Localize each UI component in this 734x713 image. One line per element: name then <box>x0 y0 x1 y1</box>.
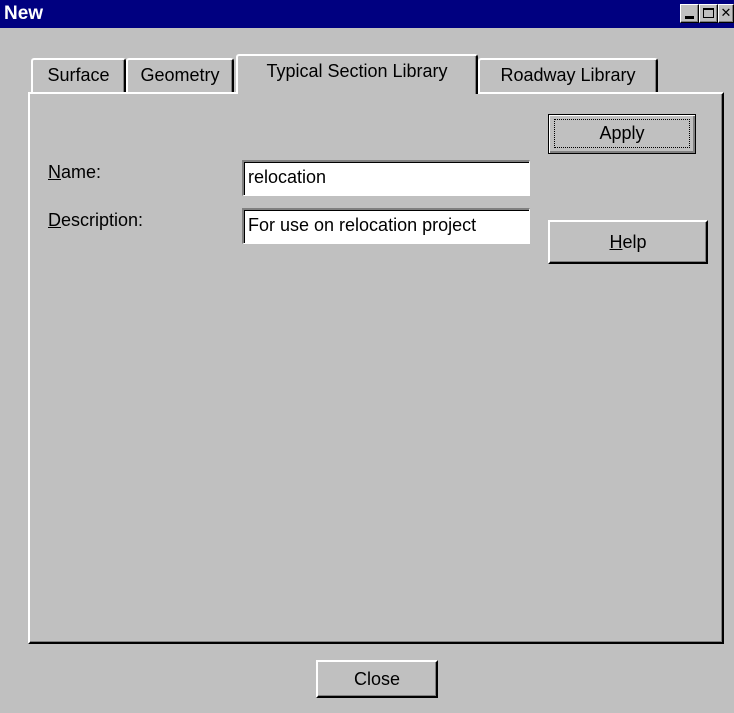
title-bar[interactable]: New ✕ <box>0 0 734 28</box>
close-window-button[interactable]: ✕ <box>718 4 734 23</box>
maximize-button[interactable] <box>699 4 718 23</box>
tab-typical-section-library-label: Typical Section Library <box>266 61 448 81</box>
tab-roadway-library-label: Roadway Library <box>500 65 636 85</box>
help-button[interactable]: Help <box>548 220 708 264</box>
new-dialog-window: New ✕ Surface Geometry Typical Section L… <box>0 0 734 713</box>
close-icon: ✕ <box>720 5 732 20</box>
help-button-label: Help <box>609 232 647 252</box>
minimize-button[interactable] <box>680 4 699 23</box>
close-button-label: Close <box>353 669 401 689</box>
maximize-icon <box>703 8 714 18</box>
name-field[interactable]: relocation <box>242 160 530 196</box>
tab-roadway-library[interactable]: Roadway Library <box>478 58 658 92</box>
tab-geometry[interactable]: Geometry <box>126 58 234 92</box>
tab-geometry-label: Geometry <box>140 65 220 85</box>
tab-panel: Name: relocation Description: For use on… <box>28 92 724 644</box>
close-button[interactable]: Close <box>316 660 438 698</box>
focus-rect <box>554 119 690 148</box>
description-label: Description: <box>48 210 144 230</box>
window-title: New <box>4 3 44 24</box>
name-label: Name: <box>48 162 102 182</box>
description-field[interactable]: For use on relocation project <box>242 208 530 244</box>
apply-button[interactable]: Apply <box>548 114 696 154</box>
tab-surface[interactable]: Surface <box>31 58 126 92</box>
tab-surface-label: Surface <box>47 65 110 85</box>
tab-typical-section-library[interactable]: Typical Section Library <box>236 54 478 94</box>
minimize-icon <box>685 16 694 19</box>
